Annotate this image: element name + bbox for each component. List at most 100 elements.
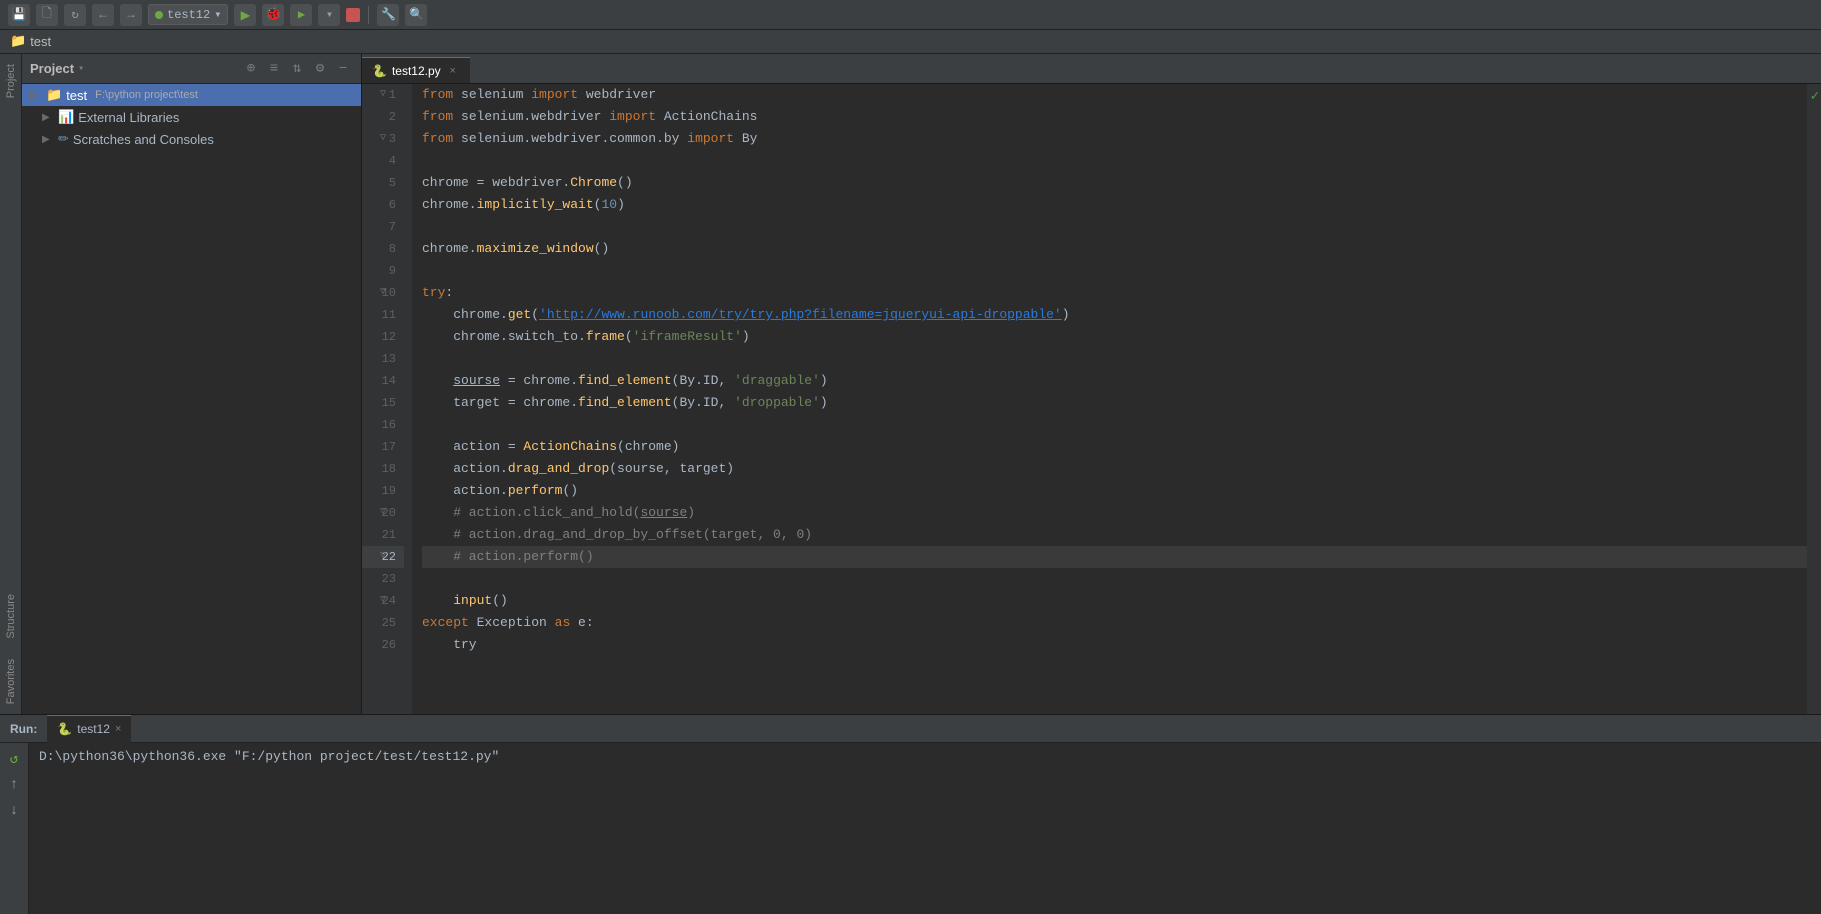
code-line-26: try: [422, 634, 1807, 656]
tab-close-button[interactable]: ×: [446, 64, 460, 78]
code-line-11: chrome.get('http://www.runoob.com/try/tr…: [422, 304, 1807, 326]
code-line-18: action.drag_and_drop(sourse, target): [422, 458, 1807, 480]
line-2: 2: [362, 106, 404, 128]
back-button[interactable]: ←: [92, 4, 114, 26]
code-line-5: chrome = webdriver.Chrome(): [422, 172, 1807, 194]
main-area: Project Structure Favorites Project ▾ ⊕ …: [0, 54, 1821, 714]
run-config-dropdown[interactable]: test12 ▾: [148, 4, 228, 25]
line-24: ▽24: [362, 590, 404, 612]
line-13: 13: [362, 348, 404, 370]
close-panel-icon[interactable]: −: [333, 59, 353, 79]
collapse-all-icon[interactable]: ≡: [264, 59, 284, 79]
tree-item-scratches[interactable]: ▶ ✏ Scratches and Consoles: [22, 128, 361, 150]
python-file-icon: 🐍: [372, 64, 387, 78]
line-17: 17: [362, 436, 404, 458]
line-7: 7: [362, 216, 404, 238]
tree-label-scratches: Scratches and Consoles: [73, 132, 214, 147]
line-18: 18: [362, 458, 404, 480]
panel-header: Project ▾ ⊕ ≡ ⇅ ⚙ −: [22, 54, 361, 84]
run-command: D:\python36\python36.exe "F:/python proj…: [39, 749, 499, 764]
run-label: Run:: [0, 722, 47, 736]
tree-item-external-libraries[interactable]: ▶ 📊 External Libraries: [22, 106, 361, 128]
code-line-6: chrome.implicitly_wait(10): [422, 194, 1807, 216]
chevron-down-icon: ▾: [214, 7, 221, 22]
code-editor[interactable]: ▽1 2 ▽3 4 5 6 7 8 9 ▽10 11 12 13 14 15 1…: [362, 84, 1821, 714]
window-title: test: [30, 34, 51, 49]
line-15: 15: [362, 392, 404, 414]
bottom-panel: Run: 🐍 test12 × ↺ ↑ ↓ D:\python36\python…: [0, 714, 1821, 914]
run-tab-test12[interactable]: 🐍 test12 ×: [47, 715, 131, 743]
code-line-15: target = chrome.find_element(By.ID, 'dro…: [422, 392, 1807, 414]
code-line-9: [422, 260, 1807, 282]
line-11: 11: [362, 304, 404, 326]
search-button[interactable]: 🔍: [405, 4, 427, 26]
stop-button[interactable]: [346, 8, 360, 22]
line-1: ▽1: [362, 84, 404, 106]
code-content[interactable]: from selenium import webdriver from sele…: [412, 84, 1807, 714]
run-config-label: test12: [167, 8, 210, 22]
line-numbers: ▽1 2 ▽3 4 5 6 7 8 9 ▽10 11 12 13 14 15 1…: [362, 84, 412, 714]
forward-button[interactable]: →: [120, 4, 142, 26]
code-line-25: except Exception as e:: [422, 612, 1807, 634]
tree-item-test[interactable]: ▶ 📁 test F:\python project\test: [22, 84, 361, 106]
run-toolbar: ↺ ↑ ↓: [0, 743, 29, 914]
code-line-13: [422, 348, 1807, 370]
line-26: 26: [362, 634, 404, 656]
project-panel: Project ▾ ⊕ ≡ ⇅ ⚙ − ▶ 📁 test F:\python p…: [22, 54, 362, 714]
settings-panel-icon[interactable]: ⚙: [310, 59, 330, 79]
save-icon[interactable]: 💾: [8, 4, 30, 26]
line-14: 14: [362, 370, 404, 392]
code-line-21: # action.drag_and_drop_by_offset(target,…: [422, 524, 1807, 546]
code-line-10: try:: [422, 282, 1807, 304]
debug-button[interactable]: 🐞: [262, 4, 284, 26]
line-25: 25: [362, 612, 404, 634]
tree-arrow-scratches: ▶: [42, 134, 54, 145]
code-line-14: sourse = chrome.find_element(By.ID, 'dra…: [422, 370, 1807, 392]
coverage-button[interactable]: ▶: [290, 4, 312, 26]
locate-icon[interactable]: ⊕: [241, 59, 261, 79]
line-6: 6: [362, 194, 404, 216]
code-line-7: [422, 216, 1807, 238]
code-line-22: # action.perform(): [422, 546, 1807, 568]
structure-vertical-tab[interactable]: Structure: [2, 584, 20, 649]
project-vertical-tab[interactable]: Project: [2, 54, 20, 108]
line-23: 23: [362, 568, 404, 590]
line-19: 19: [362, 480, 404, 502]
tree-arrow-test: ▶: [30, 90, 42, 101]
folder-icon-test: 📁: [46, 87, 62, 103]
restart-run-button[interactable]: ↺: [4, 749, 24, 769]
editor-area: 🐍 test12.py × ▽1 2 ▽3 4 5 6 7 8 9 ▽10 11…: [362, 54, 1821, 714]
no-errors-icon: ✓: [1811, 88, 1819, 105]
favorites-vertical-tab[interactable]: Favorites: [2, 649, 20, 714]
expand-icon[interactable]: ⇅: [287, 59, 307, 79]
sync-icon[interactable]: ↻: [64, 4, 86, 26]
code-line-23: [422, 568, 1807, 590]
line-22: ▽22: [362, 546, 404, 568]
panel-dropdown-arrow[interactable]: ▾: [78, 63, 84, 75]
settings-button[interactable]: 🔧: [377, 4, 399, 26]
run-content: ↺ ↑ ↓ D:\python36\python36.exe "F:/pytho…: [0, 743, 1821, 914]
tab-test12[interactable]: 🐍 test12.py ×: [362, 57, 470, 83]
tree-path-test: F:\python project\test: [95, 89, 198, 101]
left-strip: Project Structure Favorites: [0, 54, 22, 714]
new-file-icon[interactable]: 🗋: [36, 4, 58, 26]
panel-title: Project: [30, 61, 74, 76]
run-tab-close-button[interactable]: ×: [115, 723, 121, 735]
code-line-1: from selenium import webdriver: [422, 84, 1807, 106]
run-button[interactable]: ▶: [234, 4, 256, 26]
line-20: ▽20: [362, 502, 404, 524]
code-line-8: chrome.maximize_window(): [422, 238, 1807, 260]
scratches-icon: ✏: [58, 131, 69, 147]
tab-label: test12.py: [392, 64, 441, 78]
code-line-20: # action.click_and_hold(sourse): [422, 502, 1807, 524]
scroll-up-button[interactable]: ↑: [4, 775, 24, 795]
right-scrollbar[interactable]: ✓: [1807, 84, 1821, 714]
panel-tools: ⊕ ≡ ⇅ ⚙ −: [241, 59, 353, 79]
line-9: 9: [362, 260, 404, 282]
libraries-icon: 📊: [58, 109, 74, 125]
code-line-2: from selenium.webdriver import ActionCha…: [422, 106, 1807, 128]
scroll-down-button[interactable]: ↓: [4, 801, 24, 821]
line-4: 4: [362, 150, 404, 172]
run-dropdown2[interactable]: ▾: [318, 4, 340, 26]
run-tab-bar: Run: 🐍 test12 ×: [0, 715, 1821, 743]
